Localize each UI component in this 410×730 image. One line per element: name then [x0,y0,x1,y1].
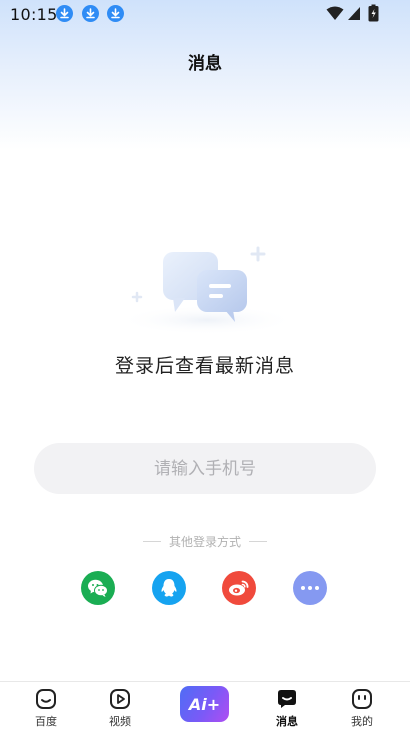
wechat-login-button[interactable] [81,571,115,605]
nav-label-baidu: 百度 [35,715,57,728]
more-icon [301,586,319,590]
more-login-button[interactable] [293,571,327,605]
ai-plus-button[interactable]: Ai+ [180,686,229,722]
nav-label-profile: 我的 [351,715,373,728]
nav-item-baidu[interactable]: 百度 [16,682,76,730]
weibo-icon [229,580,249,596]
nav-item-profile[interactable]: 我的 [332,682,392,730]
phone-number-input[interactable] [34,443,376,494]
message-icon [278,690,296,708]
qq-login-button[interactable] [152,571,186,605]
battery-charging-icon [368,4,379,22]
nav-item-message[interactable]: 消息 [257,682,317,730]
download-icon [107,5,124,22]
video-play-icon [110,689,130,709]
signal-icon [348,7,360,20]
status-bar: 10:15 [0,0,410,28]
nav-label-video: 视频 [109,715,131,728]
chat-bubbles-icon [117,246,297,335]
status-time: 10:15 [10,5,58,24]
nav-item-video[interactable]: 视频 [90,682,150,730]
wechat-icon [88,579,108,597]
divider-line [249,541,267,542]
wifi-icon [326,6,344,20]
download-icon [82,5,99,22]
divider-line [142,541,161,542]
profile-icon [352,689,372,709]
weibo-login-button[interactable] [222,571,256,605]
empty-state-message: 登录后查看最新消息 [114,355,295,377]
other-login-divider: 其他登录方式 [0,533,410,550]
other-login-label: 其他登录方式 [168,535,241,549]
qq-icon [161,578,177,596]
page-title: 消息 [188,54,222,74]
ai-plus-icon: Ai+ [188,694,221,714]
download-icon [56,5,73,22]
baidu-home-icon [36,689,56,709]
nav-label-message: 消息 [276,715,298,728]
